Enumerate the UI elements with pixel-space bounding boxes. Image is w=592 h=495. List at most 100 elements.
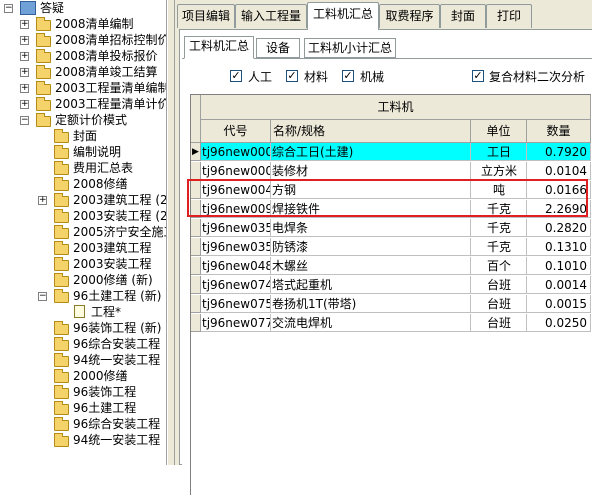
cell-unit[interactable]: 台班 [471, 314, 527, 332]
cell-unit[interactable]: 台班 [471, 295, 527, 313]
project-tree[interactable]: − 答疑 +2008清单编制 +2008清单招标控制价 +2008清单投标报价 +20… [0, 0, 167, 465]
cell-code[interactable]: tj96new0754 [201, 295, 271, 313]
cell-unit[interactable]: 千克 [471, 238, 527, 256]
tab-fee-procedure[interactable]: 取费程序 [379, 4, 440, 28]
tree-node[interactable]: 工程* [0, 304, 166, 320]
tree-node[interactable]: 96装饰工程 [0, 384, 166, 400]
cell-unit[interactable]: 千克 [471, 219, 527, 237]
cell-qty[interactable]: 0.0104 [527, 162, 591, 180]
tree-node[interactable]: 2000修缮 [0, 368, 166, 384]
table-row[interactable]: tj96new0358防锈漆千克0.1310 [191, 238, 591, 257]
tree-node[interactable]: 96装饰工程 (新) [0, 320, 166, 336]
col-header-unit[interactable]: 单位 [471, 120, 527, 143]
subtab-equipment[interactable]: 设备 [256, 38, 300, 58]
row-indicator[interactable] [191, 162, 201, 180]
table-row[interactable]: ▶tj96new0001综合工日(土建)工日0.7920 [191, 143, 591, 162]
labor-checkbox[interactable]: ✓ [230, 70, 242, 82]
row-indicator[interactable] [191, 314, 201, 332]
cell-qty[interactable]: 0.1010 [527, 257, 591, 275]
expand-icon[interactable]: + [20, 52, 29, 61]
cell-name[interactable]: 卷扬机1T(带塔) [271, 295, 471, 313]
material-checkbox[interactable]: ✓ [286, 70, 298, 82]
table-row[interactable]: tj96new0480木螺丝百个0.1010 [191, 257, 591, 276]
tree-node[interactable]: 96土建工程 [0, 400, 166, 416]
table-row[interactable]: tj96new0778交流电焊机台班0.0250 [191, 314, 591, 333]
tree-node[interactable]: 2003建筑工程 [0, 240, 166, 256]
collapse-icon[interactable]: − [4, 4, 13, 13]
tab-print[interactable]: 打印 [486, 4, 532, 28]
tree-node[interactable]: 编制说明 [0, 144, 166, 160]
material-grid[interactable]: 工料机 代号 名称/规格 单位 数量 ▶tj96new0001综合工日(土建)工… [190, 94, 591, 495]
col-header-code[interactable]: 代号 [201, 120, 271, 143]
cell-qty[interactable]: 0.2820 [527, 219, 591, 237]
cell-name[interactable]: 防锈漆 [271, 238, 471, 256]
cell-code[interactable]: tj96new0009 [201, 162, 271, 180]
expand-icon[interactable]: + [38, 196, 47, 205]
tree-node[interactable]: − 96土建工程 (新) [0, 288, 166, 304]
cell-qty[interactable]: 0.0014 [527, 276, 591, 294]
expand-icon[interactable]: + [20, 36, 29, 45]
expand-icon[interactable]: + [20, 68, 29, 77]
tab-quantity-input[interactable]: 输入工程量 [235, 4, 307, 28]
cell-unit[interactable]: 台班 [471, 276, 527, 294]
cell-code[interactable]: tj96new0352 [201, 219, 271, 237]
cell-unit[interactable]: 工日 [471, 143, 527, 161]
cell-name[interactable]: 电焊条 [271, 219, 471, 237]
tree-node[interactable]: 费用汇总表 [0, 160, 166, 176]
collapse-icon[interactable]: − [38, 292, 47, 301]
tree-node[interactable]: 96综合安装工程 [0, 336, 166, 352]
tree-node[interactable]: +2008清单招标控制价 [0, 32, 166, 48]
tree-node[interactable]: 2003安装工程 [0, 256, 166, 272]
composite-analysis-checkbox[interactable]: ✓ [472, 70, 484, 82]
cell-qty[interactable]: 0.0015 [527, 295, 591, 313]
cell-unit[interactable]: 百个 [471, 257, 527, 275]
expand-icon[interactable]: + [20, 100, 29, 109]
cell-code[interactable]: tj96new0001 [201, 143, 271, 161]
tab-project-edit[interactable]: 项目编辑 [177, 4, 235, 28]
subtab-material-summary[interactable]: 工料机汇总 [184, 36, 254, 59]
col-header-qty[interactable]: 数量 [527, 120, 591, 143]
tree-node[interactable]: 2008修缮 [0, 176, 166, 192]
cell-code[interactable]: tj96new0746 [201, 276, 271, 294]
cell-name[interactable]: 木螺丝 [271, 257, 471, 275]
cell-qty[interactable]: 0.0250 [527, 314, 591, 332]
tree-node[interactable]: 2003安装工程 (20 [0, 208, 166, 224]
collapse-icon[interactable]: − [20, 116, 29, 125]
subtab-subtotal-summary[interactable]: 工料机小计汇总 [304, 38, 396, 58]
splitter[interactable] [167, 0, 175, 465]
cell-name[interactable]: 装修材 [271, 162, 471, 180]
current-row-indicator[interactable]: ▶ [191, 143, 201, 161]
cell-unit[interactable]: 立方米 [471, 162, 527, 180]
cell-name[interactable]: 综合工日(土建) [271, 143, 471, 161]
tree-node[interactable]: − 定额计价模式 [0, 112, 166, 128]
cell-code[interactable]: tj96new0358 [201, 238, 271, 256]
row-indicator[interactable] [191, 238, 201, 256]
table-row[interactable]: tj96new0746塔式起重机台班0.0014 [191, 276, 591, 295]
machine-checkbox[interactable]: ✓ [342, 70, 354, 82]
tab-cover[interactable]: 封面 [440, 4, 486, 28]
cell-qty[interactable]: 0.7920 [527, 143, 591, 161]
tree-node[interactable]: 94统一安装工程 [0, 352, 166, 368]
tree-node[interactable]: +2003工程量清单编制 [0, 80, 166, 96]
table-row[interactable]: tj96new0352电焊条千克0.2820 [191, 219, 591, 238]
tree-node[interactable]: +2008清单投标报价 [0, 48, 166, 64]
col-header-name[interactable]: 名称/规格 [271, 120, 471, 143]
tab-material-summary[interactable]: 工料机汇总 [307, 2, 379, 30]
row-indicator[interactable] [191, 257, 201, 275]
row-indicator[interactable] [191, 219, 201, 237]
tree-node[interactable]: +2008清单竣工结算 [0, 64, 166, 80]
row-indicator[interactable] [191, 295, 201, 313]
tree-node[interactable]: 2000修缮 (新) [0, 272, 166, 288]
tree-node[interactable]: 封面 [0, 128, 166, 144]
tree-node[interactable]: 94统一安装工程 [0, 432, 166, 448]
tree-node[interactable]: +2008清单编制 [0, 16, 166, 32]
row-indicator[interactable] [191, 276, 201, 294]
cell-code[interactable]: tj96new0778 [201, 314, 271, 332]
cell-name[interactable]: 塔式起重机 [271, 276, 471, 294]
expand-icon[interactable]: + [20, 84, 29, 93]
tree-node[interactable]: +2003工程量清单计价 [0, 96, 166, 112]
cell-code[interactable]: tj96new0480 [201, 257, 271, 275]
tree-node[interactable]: 96综合安装工程 [0, 416, 166, 432]
table-row[interactable]: tj96new0754卷扬机1T(带塔)台班0.0015 [191, 295, 591, 314]
tree-node[interactable]: +2003建筑工程 (20 [0, 192, 166, 208]
